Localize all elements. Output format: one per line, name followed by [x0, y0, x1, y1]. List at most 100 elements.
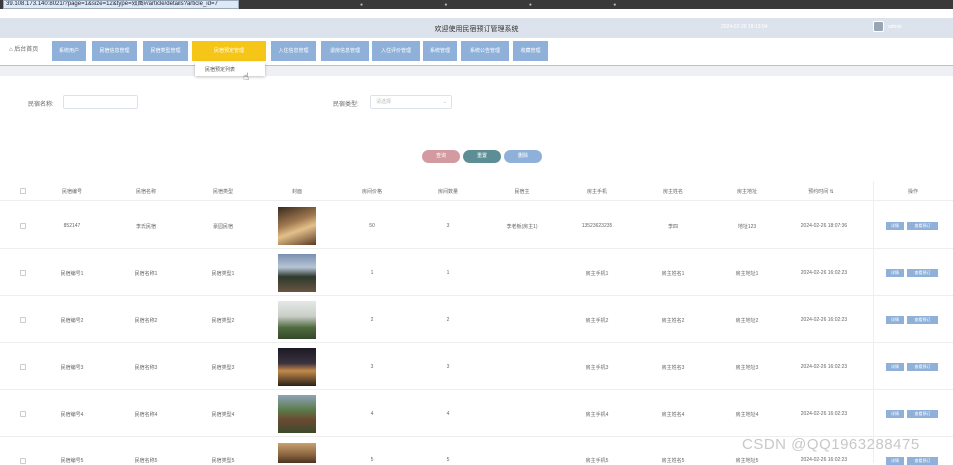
query-button[interactable]: 查询: [422, 150, 460, 163]
cell-price: 2: [370, 317, 374, 323]
home-icon: ⌂: [9, 47, 13, 53]
cell-owner-name: 房主姓名1: [661, 271, 685, 277]
col-header-cover: 封面: [291, 189, 302, 195]
cell-phone: 13523623235: [581, 223, 613, 229]
nav-item-homestay-booking[interactable]: 民宿预定管理: [192, 41, 266, 61]
cell-owner-name: 房主姓名3: [661, 365, 685, 371]
cell-name: 民宿名称3: [134, 365, 158, 371]
cell-address: 房主地址3: [735, 365, 759, 371]
detail-button[interactable]: 详情: [886, 222, 904, 230]
detail-button[interactable]: 详情: [886, 457, 904, 465]
cell-price: 1: [370, 270, 374, 276]
cell-owner-name: 李四: [667, 224, 678, 230]
col-header-quantity: 房间数量: [437, 189, 458, 195]
table-row: 民宿编号2 民宿名称2 民宿类型2 2 2 房主手机2 房主姓名2 房主地址2 …: [0, 297, 953, 343]
reset-button[interactable]: 重置: [463, 150, 501, 163]
row-checkbox[interactable]: [20, 411, 26, 417]
name-label: 民宿名称:: [28, 102, 54, 108]
table-header: 民宿编号 民宿名称 民宿类型 封面 房间价格 房间数量 民宿主 房主手机 房主姓…: [0, 181, 953, 201]
cover-image: [278, 443, 316, 463]
cell-phone: 房主手机1: [585, 271, 609, 277]
name-search-input[interactable]: [63, 95, 138, 109]
cell-time: 2024-02-26 18:07:36: [800, 223, 848, 229]
cell-owner-name: 房主姓名2: [661, 318, 685, 324]
username[interactable]: admin: [888, 24, 902, 30]
row-checkbox[interactable]: [20, 223, 26, 229]
row-checkbox[interactable]: [20, 458, 26, 464]
cell-type: 民宿类型2: [211, 318, 235, 324]
cell-quantity: 5: [446, 457, 450, 463]
cell-time: 2024-02-26 16:02:23: [800, 457, 848, 463]
detail-button[interactable]: 详情: [886, 363, 904, 371]
cell-quantity: 1: [446, 270, 450, 276]
nav-item-homestay-type[interactable]: 民宿类型管理: [143, 41, 188, 61]
view-booking-button[interactable]: 查看预订: [907, 410, 938, 418]
type-select[interactable]: 请选择 ⌄: [370, 95, 452, 109]
page-title: 欢迎使用民宿预订管理系统: [434, 26, 519, 33]
row-checkbox[interactable]: [20, 364, 26, 370]
cell-address: 房主地址1: [735, 271, 759, 277]
cover-image: [278, 254, 316, 292]
cell-name: 民宿名称4: [134, 412, 158, 418]
nav-home-label: 后台首页: [14, 47, 39, 53]
table-row: 民宿编号4 民宿名称4 民宿类型4 4 4 房主手机4 房主姓名4 房主地址4 …: [0, 391, 953, 437]
cell-price: 50: [369, 223, 375, 229]
view-booking-button[interactable]: 查看预订: [907, 316, 938, 324]
browser-decoration: ● ● ● ●: [360, 2, 657, 8]
nav-item-checkout-info[interactable]: 退房信息管理: [321, 41, 369, 61]
cell-id: 民宿编号1: [60, 271, 84, 277]
type-label: 民宿类型:: [333, 102, 359, 108]
detail-button[interactable]: 详情: [886, 316, 904, 324]
cell-id: 民宿编号4: [60, 412, 84, 418]
view-booking-button[interactable]: 查看预订: [907, 222, 938, 230]
chevron-down-icon: ⌄: [442, 99, 447, 105]
cell-type: 民宿类型3: [211, 365, 235, 371]
cell-name: 民宿名称2: [134, 318, 158, 324]
url-field[interactable]: 39.108.173.140:8021/?page=1&size=12&type…: [3, 0, 239, 9]
nav-dropdown: 民宿预定列表: [195, 62, 265, 76]
top-nav: ⌂ 后台首页 系统用户 民宿信息管理 民宿类型管理 民宿预定管理 入住信息管理 …: [0, 38, 953, 66]
row-checkbox[interactable]: [20, 270, 26, 276]
cell-quantity: 4: [446, 411, 450, 417]
col-header-time[interactable]: 预约时间 ⇅: [796, 188, 846, 195]
cell-id: 民宿编号3: [60, 365, 84, 371]
col-header-id: 民宿编号: [61, 189, 82, 195]
dropdown-item-booking-list[interactable]: 民宿预定列表: [205, 66, 235, 73]
cursor-icon: ☝: [243, 72, 250, 83]
cell-id: 民宿编号2: [60, 318, 84, 324]
nav-item-homestay-info[interactable]: 民宿信息管理: [92, 41, 137, 61]
cell-price: 4: [370, 411, 374, 417]
cell-address: 房主地址4: [735, 412, 759, 418]
nav-home[interactable]: ⌂ 后台首页: [9, 44, 38, 53]
nav-item-checkin-info[interactable]: 入住信息管理: [271, 41, 316, 61]
cell-price: 5: [370, 457, 374, 463]
detail-button[interactable]: 详情: [886, 269, 904, 277]
nav-item-checkin-review[interactable]: 入住评价管理: [372, 41, 420, 61]
detail-button[interactable]: 详情: [886, 410, 904, 418]
nav-item-system[interactable]: 系统管理: [423, 41, 457, 61]
col-header-type: 民宿类型: [212, 189, 233, 195]
col-header-name: 民宿名称: [135, 189, 156, 195]
cell-quantity: 2: [446, 317, 450, 323]
col-header-address: 房主地址: [736, 189, 757, 195]
nav-item-announcement[interactable]: 系统公告管理: [461, 41, 509, 61]
cell-owner: 李老板(房主1): [506, 224, 538, 230]
watermark: CSDN @QQ1963288475: [742, 436, 920, 453]
cover-image: [278, 395, 316, 433]
view-booking-button[interactable]: 查看预订: [907, 363, 938, 371]
nav-item-favorites[interactable]: 收藏管理: [513, 41, 548, 61]
avatar[interactable]: [873, 21, 884, 32]
view-booking-button[interactable]: 查看预订: [907, 457, 938, 465]
row-checkbox[interactable]: [20, 317, 26, 323]
breadcrumb-strip: [0, 66, 953, 76]
nav-item-system-users[interactable]: 系统用户: [52, 41, 86, 61]
delete-button[interactable]: 删除: [504, 150, 542, 163]
col-header-actions: 操作: [907, 189, 918, 195]
app-header: 欢迎使用民宿预订管理系统 2024-02-26 18:13:04 admin: [0, 18, 953, 38]
col-header-phone: 房主手机: [586, 189, 607, 195]
cell-name: 李氏民宿: [135, 224, 156, 230]
cell-type: 民宿类型4: [211, 412, 235, 418]
col-header-owner-name: 房主姓名: [662, 189, 683, 195]
view-booking-button[interactable]: 查看预订: [907, 269, 938, 277]
select-all-checkbox[interactable]: [20, 188, 26, 194]
